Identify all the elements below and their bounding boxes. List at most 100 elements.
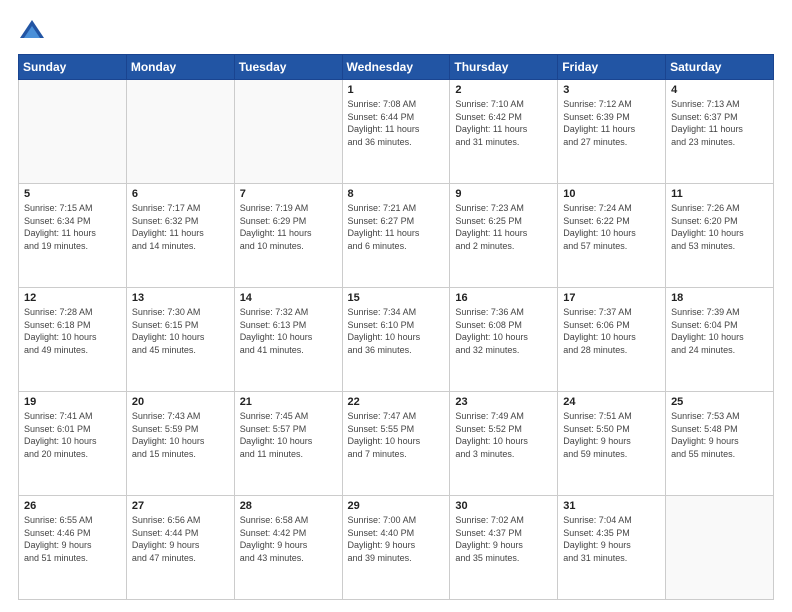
calendar-cell [666,496,774,600]
col-thursday: Thursday [450,55,558,80]
calendar-cell: 26Sunrise: 6:55 AM Sunset: 4:46 PM Dayli… [19,496,127,600]
day-info: Sunrise: 7:13 AM Sunset: 6:37 PM Dayligh… [671,98,768,148]
calendar-cell: 31 Sunrise: 7:04 AM Sunset: 4:35 PM Dayli… [558,496,666,600]
calendar-cell: 7 Sunrise: 7:19 AM Sunset: 6:29 PM Daylig… [234,184,342,288]
day-number: 4 [671,84,768,96]
day-info: Sunrise: 7:30 AM Sunset: 6:15 PM Dayligh… [132,306,229,356]
day-number: 23 [455,396,552,408]
day-number: 30 [455,500,552,512]
day-number: 12 [24,292,121,304]
calendar-cell: 1 Sunrise: 7:08 AM Sunset: 6:44 PM Daylig… [342,80,450,184]
day-info: Sunrise: 7:17 AM Sunset: 6:32 PM Dayligh… [132,202,229,252]
day-number: 31 [563,500,660,512]
calendar-cell: 25 Sunrise: 7:53 AM Sunset: 5:48 PM Dayli… [666,392,774,496]
calendar-week-row: 12 Sunrise: 7:28 AM Sunset: 6:18 PM Dayli… [19,288,774,392]
col-tuesday: Tuesday [234,55,342,80]
day-number: 22 [348,396,445,408]
day-info: Sunrise: 7:24 AM Sunset: 6:22 PM Dayligh… [563,202,660,252]
day-number: 18 [671,292,768,304]
day-number: 8 [348,188,445,200]
calendar-cell: 24 Sunrise: 7:51 AM Sunset: 5:50 PM Dayli… [558,392,666,496]
day-info: Sunrise: 7:10 AM Sunset: 6:42 PM Dayligh… [455,98,552,148]
calendar-cell: 23 Sunrise: 7:49 AM Sunset: 5:52 PM Dayli… [450,392,558,496]
day-number: 15 [348,292,445,304]
day-info: Sunrise: 7:39 AM Sunset: 6:04 PM Dayligh… [671,306,768,356]
logo [18,18,50,46]
day-info: Sunrise: 7:15 AM Sunset: 6:34 PM Dayligh… [24,202,121,252]
day-info: Sunrise: 6:55 AM Sunset: 4:46 PM Dayligh… [24,514,121,564]
calendar-cell [234,80,342,184]
day-info: Sunrise: 7:02 AM Sunset: 4:37 PM Dayligh… [455,514,552,564]
day-info: Sunrise: 7:12 AM Sunset: 6:39 PM Dayligh… [563,98,660,148]
day-number: 27 [132,500,229,512]
day-number: 9 [455,188,552,200]
day-number: 10 [563,188,660,200]
calendar-week-row: 5Sunrise: 7:15 AM Sunset: 6:34 PM Daylig… [19,184,774,288]
calendar-cell: 21Sunrise: 7:45 AM Sunset: 5:57 PM Dayli… [234,392,342,496]
calendar-cell: 2 Sunrise: 7:10 AM Sunset: 6:42 PM Daylig… [450,80,558,184]
calendar-cell: 17Sunrise: 7:37 AM Sunset: 6:06 PM Dayli… [558,288,666,392]
calendar-cell: 20 Sunrise: 7:43 AM Sunset: 5:59 PM Dayli… [126,392,234,496]
calendar-week-row: 19 Sunrise: 7:41 AM Sunset: 6:01 PM Dayli… [19,392,774,496]
calendar-week-row: 26Sunrise: 6:55 AM Sunset: 4:46 PM Dayli… [19,496,774,600]
col-monday: Monday [126,55,234,80]
calendar-cell: 6Sunrise: 7:17 AM Sunset: 6:32 PM Daylig… [126,184,234,288]
calendar-cell: 15Sunrise: 7:34 AM Sunset: 6:10 PM Dayli… [342,288,450,392]
day-info: Sunrise: 7:32 AM Sunset: 6:13 PM Dayligh… [240,306,337,356]
calendar-cell: 9 Sunrise: 7:23 AM Sunset: 6:25 PM Daylig… [450,184,558,288]
day-info: Sunrise: 7:28 AM Sunset: 6:18 PM Dayligh… [24,306,121,356]
day-number: 25 [671,396,768,408]
calendar-cell [126,80,234,184]
col-sunday: Sunday [19,55,127,80]
day-info: Sunrise: 6:56 AM Sunset: 4:44 PM Dayligh… [132,514,229,564]
day-number: 7 [240,188,337,200]
day-number: 24 [563,396,660,408]
day-number: 11 [671,188,768,200]
day-info: Sunrise: 7:19 AM Sunset: 6:29 PM Dayligh… [240,202,337,252]
calendar-week-row: 1 Sunrise: 7:08 AM Sunset: 6:44 PM Daylig… [19,80,774,184]
day-number: 19 [24,396,121,408]
day-number: 17 [563,292,660,304]
day-number: 1 [348,84,445,96]
day-number: 29 [348,500,445,512]
day-number: 13 [132,292,229,304]
calendar-cell: 18 Sunrise: 7:39 AM Sunset: 6:04 PM Dayli… [666,288,774,392]
calendar-cell: 29 Sunrise: 7:00 AM Sunset: 4:40 PM Dayli… [342,496,450,600]
calendar-cell [19,80,127,184]
col-saturday: Saturday [666,55,774,80]
calendar-cell: 11 Sunrise: 7:26 AM Sunset: 6:20 PM Dayli… [666,184,774,288]
calendar-cell: 10 Sunrise: 7:24 AM Sunset: 6:22 PM Dayli… [558,184,666,288]
day-info: Sunrise: 7:53 AM Sunset: 5:48 PM Dayligh… [671,410,768,460]
page: Sunday Monday Tuesday Wednesday Thursday… [0,0,792,612]
calendar-cell: 5Sunrise: 7:15 AM Sunset: 6:34 PM Daylig… [19,184,127,288]
col-friday: Friday [558,55,666,80]
calendar-cell: 13 Sunrise: 7:30 AM Sunset: 6:15 PM Dayli… [126,288,234,392]
day-info: Sunrise: 7:04 AM Sunset: 4:35 PM Dayligh… [563,514,660,564]
calendar-cell: 8Sunrise: 7:21 AM Sunset: 6:27 PM Daylig… [342,184,450,288]
day-info: Sunrise: 7:08 AM Sunset: 6:44 PM Dayligh… [348,98,445,148]
calendar-header-row: Sunday Monday Tuesday Wednesday Thursday… [19,55,774,80]
day-info: Sunrise: 7:00 AM Sunset: 4:40 PM Dayligh… [348,514,445,564]
calendar-cell: 14 Sunrise: 7:32 AM Sunset: 6:13 PM Dayli… [234,288,342,392]
day-number: 28 [240,500,337,512]
day-number: 2 [455,84,552,96]
calendar-cell: 3 Sunrise: 7:12 AM Sunset: 6:39 PM Daylig… [558,80,666,184]
day-info: Sunrise: 7:41 AM Sunset: 6:01 PM Dayligh… [24,410,121,460]
day-info: Sunrise: 6:58 AM Sunset: 4:42 PM Dayligh… [240,514,337,564]
day-info: Sunrise: 7:45 AM Sunset: 5:57 PM Dayligh… [240,410,337,460]
calendar-cell: 16 Sunrise: 7:36 AM Sunset: 6:08 PM Dayli… [450,288,558,392]
day-info: Sunrise: 7:26 AM Sunset: 6:20 PM Dayligh… [671,202,768,252]
calendar-cell: 28 Sunrise: 6:58 AM Sunset: 4:42 PM Dayli… [234,496,342,600]
calendar-cell: 19 Sunrise: 7:41 AM Sunset: 6:01 PM Dayli… [19,392,127,496]
calendar-cell: 27 Sunrise: 6:56 AM Sunset: 4:44 PM Dayli… [126,496,234,600]
day-info: Sunrise: 7:36 AM Sunset: 6:08 PM Dayligh… [455,306,552,356]
day-number: 14 [240,292,337,304]
day-info: Sunrise: 7:51 AM Sunset: 5:50 PM Dayligh… [563,410,660,460]
calendar-cell: 22Sunrise: 7:47 AM Sunset: 5:55 PM Dayli… [342,392,450,496]
day-info: Sunrise: 7:43 AM Sunset: 5:59 PM Dayligh… [132,410,229,460]
day-info: Sunrise: 7:49 AM Sunset: 5:52 PM Dayligh… [455,410,552,460]
day-number: 3 [563,84,660,96]
day-number: 16 [455,292,552,304]
day-info: Sunrise: 7:23 AM Sunset: 6:25 PM Dayligh… [455,202,552,252]
day-number: 20 [132,396,229,408]
